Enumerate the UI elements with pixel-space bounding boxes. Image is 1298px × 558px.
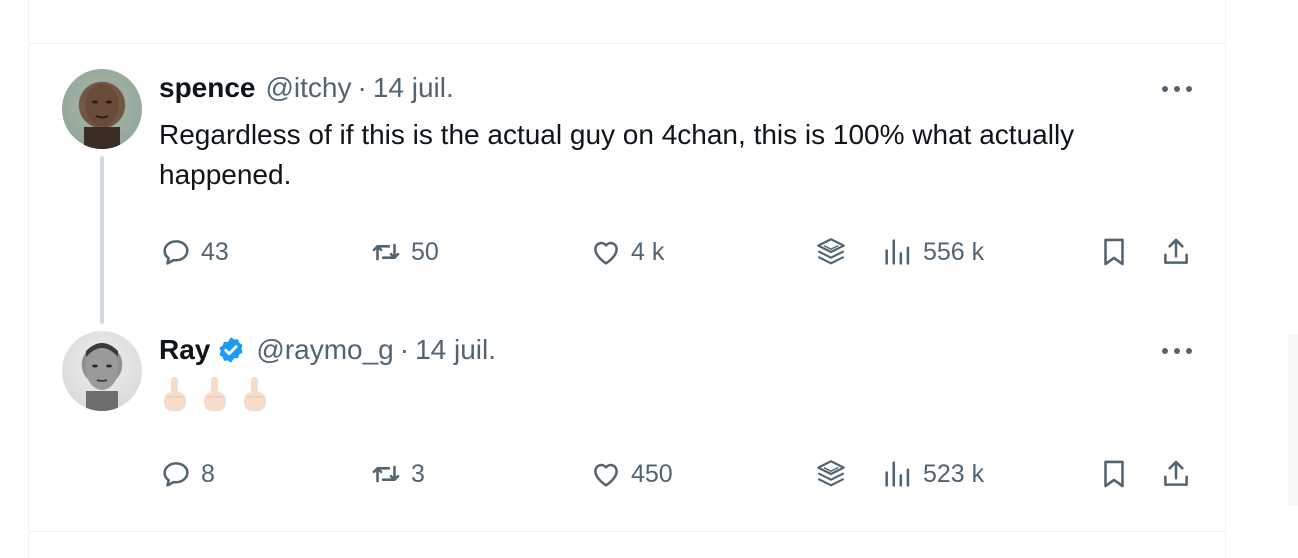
share-icon [1164,460,1188,486]
more-icon[interactable] [1157,79,1197,99]
tweet-header: spence @itchy · 14 juil. [159,71,454,105]
display-name[interactable]: Ray [159,333,210,367]
reply-count: 43 [201,237,229,266]
tweet-text: Regardless of if this is the actual guy … [159,119,1075,190]
layers-icon [817,460,845,487]
verified-badge-icon[interactable] [216,335,246,365]
user-handle[interactable]: @raymo_g [256,333,393,367]
display-name[interactable]: spence [159,71,256,105]
bookmark-icon [1104,460,1124,488]
tweet-header: Ray @raymo_g · 14 juil. [159,333,496,367]
tweet-actions: 8 3 450 523 k [159,454,1209,494]
retweet-count: 3 [411,459,425,488]
share-icon [1164,238,1188,264]
avatar[interactable] [62,331,142,411]
like-button[interactable]: 4 k [589,232,664,272]
separator-dot: · [357,72,367,103]
views-icon [885,239,910,265]
tweet-date[interactable]: 14 juil. [415,333,496,367]
views-button[interactable]: 556 k [881,232,984,272]
pointing-up-emoji-icon [244,377,266,411]
retweet-button[interactable]: 50 [369,232,439,272]
view-count: 523 k [923,459,985,488]
like-icon [594,241,618,265]
views-button[interactable]: 523 k [881,454,984,494]
share-button[interactable] [1159,454,1193,494]
timeline-column: spence @itchy · 14 juil. Regardless of i… [28,0,1226,558]
layers-icon [817,238,845,265]
retweet-button[interactable]: 3 [369,454,425,494]
like-count: 450 [631,459,673,488]
tweet-date[interactable]: 14 juil. [373,71,454,105]
like-icon [594,463,618,487]
reply-icon [163,240,189,265]
user-handle[interactable]: @itchy [266,71,352,105]
reply-button[interactable]: 8 [159,454,215,494]
pointing-up-emoji-icon [204,377,226,411]
reply-icon [163,462,189,487]
reply-count: 8 [201,459,215,488]
reply-button[interactable]: 43 [159,232,229,272]
bookmark-icon [1104,238,1124,266]
like-button[interactable]: 450 [589,454,673,494]
divider [29,531,1225,532]
thread-line [100,156,104,324]
separator-dot: · [399,334,410,365]
tweet-ray[interactable]: Ray @raymo_g · 14 juil. 8 3 450 523 k [29,324,1225,531]
like-count: 4 k [631,237,665,266]
layers-button[interactable] [814,232,848,272]
avatar[interactable] [62,69,142,149]
tweet-actions: 43 50 4 k 556 k [159,232,1209,272]
bookmark-button[interactable] [1097,454,1131,494]
retweet-count: 50 [411,237,439,266]
more-icon[interactable] [1157,341,1197,361]
pointing-up-emoji-icon [164,377,186,411]
share-button[interactable] [1159,232,1193,272]
bookmark-button[interactable] [1097,232,1131,272]
view-count: 556 k [923,237,985,266]
retweet-icon [372,465,400,483]
layers-button[interactable] [814,454,848,494]
tweet-emoji-text [159,374,271,414]
tweet-spence[interactable]: spence @itchy · 14 juil. Regardless of i… [29,44,1225,324]
retweet-icon [372,243,400,261]
views-icon [885,461,910,487]
sidebar-edge [1288,335,1298,505]
